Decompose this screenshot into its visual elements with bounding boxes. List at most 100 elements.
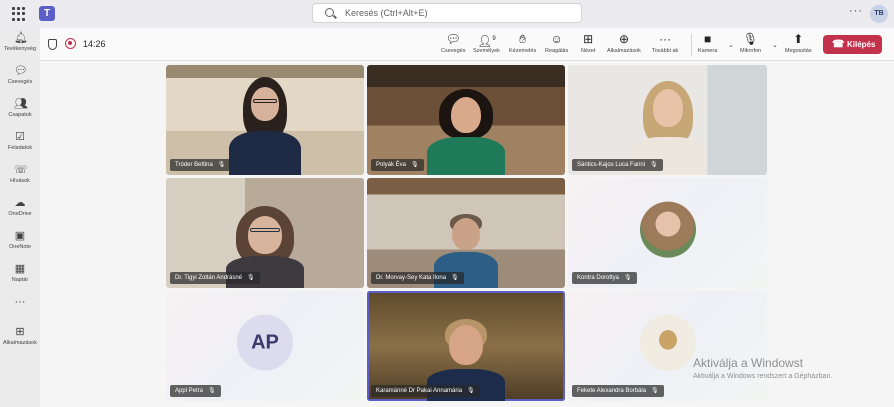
mic-label: Mikrofon: [740, 48, 762, 54]
more-dots-icon: ···: [14, 296, 26, 308]
camera-button[interactable]: ■ Kamera: [698, 32, 717, 54]
people-icon: 👤︎9: [477, 34, 496, 48]
participant-tile[interactable]: Sántics-Kajos Luca Fanni 🎙︎: [568, 65, 767, 175]
people-label: Személyek: [473, 48, 500, 54]
participant-avatar: [639, 201, 696, 258]
participant-tile[interactable]: Fekete Alexandra Borbála 🎙︎: [568, 291, 767, 401]
apps-button[interactable]: ⊕ Alkalmazások: [607, 32, 641, 54]
bell-icon: 🔔︎: [14, 32, 28, 44]
participant-tile[interactable]: AP Appl Petra 🎙︎: [166, 291, 364, 401]
rail-item-label: Hívások: [10, 178, 30, 184]
rail-more-button[interactable]: ···: [0, 296, 40, 310]
add-apps-icon: ⊞: [15, 326, 25, 338]
more-actions-label: További ak: [652, 48, 679, 54]
mic-icon: 🎙︎: [650, 162, 658, 168]
participant-tile-active-speaker[interactable]: Karamánné Dr Pakai Annamária 🎙︎: [367, 291, 565, 401]
mic-icon: 🎙︎: [651, 388, 659, 394]
people-count: 9: [492, 36, 496, 42]
profile-avatar[interactable]: TB: [870, 5, 888, 23]
participant-tile[interactable]: Dr. Tigyi Zoltán Andrásné 🎙︎: [166, 178, 364, 288]
onenote-icon: ▣: [14, 230, 26, 242]
react-button[interactable]: ☺ Reagálás: [545, 32, 568, 54]
watermark-subtitle: Aktiválja a Windows rendszert a Gépházba…: [693, 373, 833, 380]
meeting-toolbar: 14:26 💬︎ Csevegés 👤︎9 Személyek ✋︎ Kézem…: [40, 28, 894, 61]
smiley-icon: ☺: [550, 32, 563, 46]
participant-tile[interactable]: Tróder Bettina 🎙︎: [166, 65, 364, 175]
participant-name: Tróder Bettina 🎙︎: [170, 159, 231, 171]
rail-item-calendar[interactable]: ▦ Naptár: [0, 263, 40, 283]
phone-icon: ☏: [14, 164, 28, 176]
rail-item-teams[interactable]: 👥︎ Csapatok: [0, 98, 40, 118]
camera-label: Kamera: [698, 48, 718, 54]
participant-tile[interactable]: Polyák Éva 🎙︎: [367, 65, 565, 175]
camera-icon: ■: [704, 32, 712, 46]
rail-item-chat[interactable]: 💬︎ Csevegés: [0, 65, 40, 85]
add-icon: ⊕: [618, 32, 629, 46]
rail-item-label: Csapatok: [8, 112, 32, 118]
participant-tile[interactable]: Kontra Dorottya 🎙︎: [568, 178, 767, 288]
participant-name: Appl Petra 🎙︎: [170, 385, 221, 397]
teams-icon: 👥︎: [14, 98, 28, 110]
meeting-timer: 14:26: [83, 39, 106, 49]
share-label: Megosztás: [785, 48, 812, 54]
search-input[interactable]: Keresés (Ctrl+Alt+E): [312, 3, 582, 23]
participant-name: Sántics-Kajos Luca Fanni 🎙︎: [572, 159, 663, 171]
mic-off-icon: 🎙︎: [742, 32, 759, 46]
rail-item-onenote[interactable]: ▣ OneNote: [0, 230, 40, 250]
title-bar: T Keresés (Ctrl+Alt+E) ··· TB: [0, 0, 894, 28]
windows-activation-watermark: Aktiválja a Windowst Aktiválja a Windows…: [693, 356, 832, 380]
grid-view-icon: ⊞: [583, 32, 594, 46]
raise-hand-button[interactable]: ✋︎ Kézemelés: [509, 32, 536, 54]
share-button[interactable]: ⬆︎ Megosztás: [785, 32, 812, 54]
people-button[interactable]: 👤︎9 Személyek: [473, 32, 500, 54]
rail-item-label: Feladatok: [7, 145, 33, 151]
mic-options-chevron-icon[interactable]: ⌄: [772, 41, 778, 49]
app-rail: 🔔︎ Tevékenység 💬︎ Csevegés 👥︎ Csapatok ☑…: [0, 28, 40, 407]
leave-button[interactable]: ☎ Kilépés: [823, 35, 882, 54]
apps-label: Alkalmazások: [607, 48, 641, 54]
participant-avatar: [639, 314, 696, 371]
mic-icon: 🎙︎: [411, 162, 419, 168]
rail-item-calls[interactable]: ☏ Hívások: [0, 164, 40, 184]
participant-video: [225, 75, 305, 175]
mic-icon: 🎙︎: [624, 275, 632, 281]
mic-icon: 🎙︎: [247, 275, 255, 281]
search-placeholder: Keresés (Ctrl+Alt+E): [345, 8, 428, 18]
rail-item-activity[interactable]: 🔔︎ Tevékenység: [0, 32, 40, 52]
mic-icon: 🎙︎: [467, 388, 475, 394]
chat-button[interactable]: 💬︎ Csevegés: [441, 32, 465, 54]
rail-item-label: Tevékenység: [3, 46, 37, 52]
participant-name: Polyák Éva 🎙︎: [371, 159, 424, 171]
more-actions-button[interactable]: ··· További ak: [652, 32, 678, 54]
app-launcher-icon[interactable]: [12, 7, 26, 21]
phone-hangup-icon: ☎: [832, 39, 845, 50]
chat-icon: 💬︎: [14, 65, 28, 77]
mic-icon: 🎙︎: [451, 275, 459, 281]
mic-button[interactable]: 🎙︎ Mikrofon: [740, 32, 761, 54]
more-dots-icon: ···: [659, 32, 672, 46]
more-options-icon[interactable]: ···: [849, 5, 863, 17]
participant-initials-avatar: AP: [237, 314, 293, 371]
rail-item-onedrive[interactable]: ☁ OneDrive: [0, 197, 40, 217]
hand-icon: ✋︎: [519, 32, 527, 46]
participant-name: Dr. Morvay-Sey Kata Ilona 🎙︎: [371, 272, 464, 284]
camera-options-chevron-icon[interactable]: ⌄: [728, 41, 734, 49]
calendar-icon: ▦: [14, 263, 26, 275]
share-icon: ⬆︎: [793, 32, 804, 46]
watermark-title: Aktiválja a Windowst: [693, 356, 804, 370]
rail-item-apps[interactable]: ⊞ Alkalmazások: [0, 326, 40, 346]
rail-item-label: Alkalmazások: [3, 340, 37, 346]
rail-item-tasks[interactable]: ☑ Feladatok: [0, 131, 40, 151]
mic-icon: 🎙︎: [217, 162, 226, 168]
raise-hand-label: Kézemelés: [509, 48, 537, 54]
leave-label: Kilépés: [847, 40, 876, 49]
mic-icon: 🎙︎: [208, 388, 216, 394]
rail-item-label: Csevegés: [7, 79, 33, 85]
teams-logo-icon: T: [39, 6, 55, 21]
participant-tile[interactable]: Dr. Morvay-Sey Kata Ilona 🎙︎: [367, 178, 565, 288]
rail-item-label: OneNote: [8, 244, 31, 250]
chat-label: Csevegés: [441, 48, 466, 54]
participant-name: Kontra Dorottya 🎙︎: [572, 272, 637, 284]
recording-icon: [65, 38, 76, 49]
view-button[interactable]: ⊞ Nézet: [581, 32, 595, 54]
